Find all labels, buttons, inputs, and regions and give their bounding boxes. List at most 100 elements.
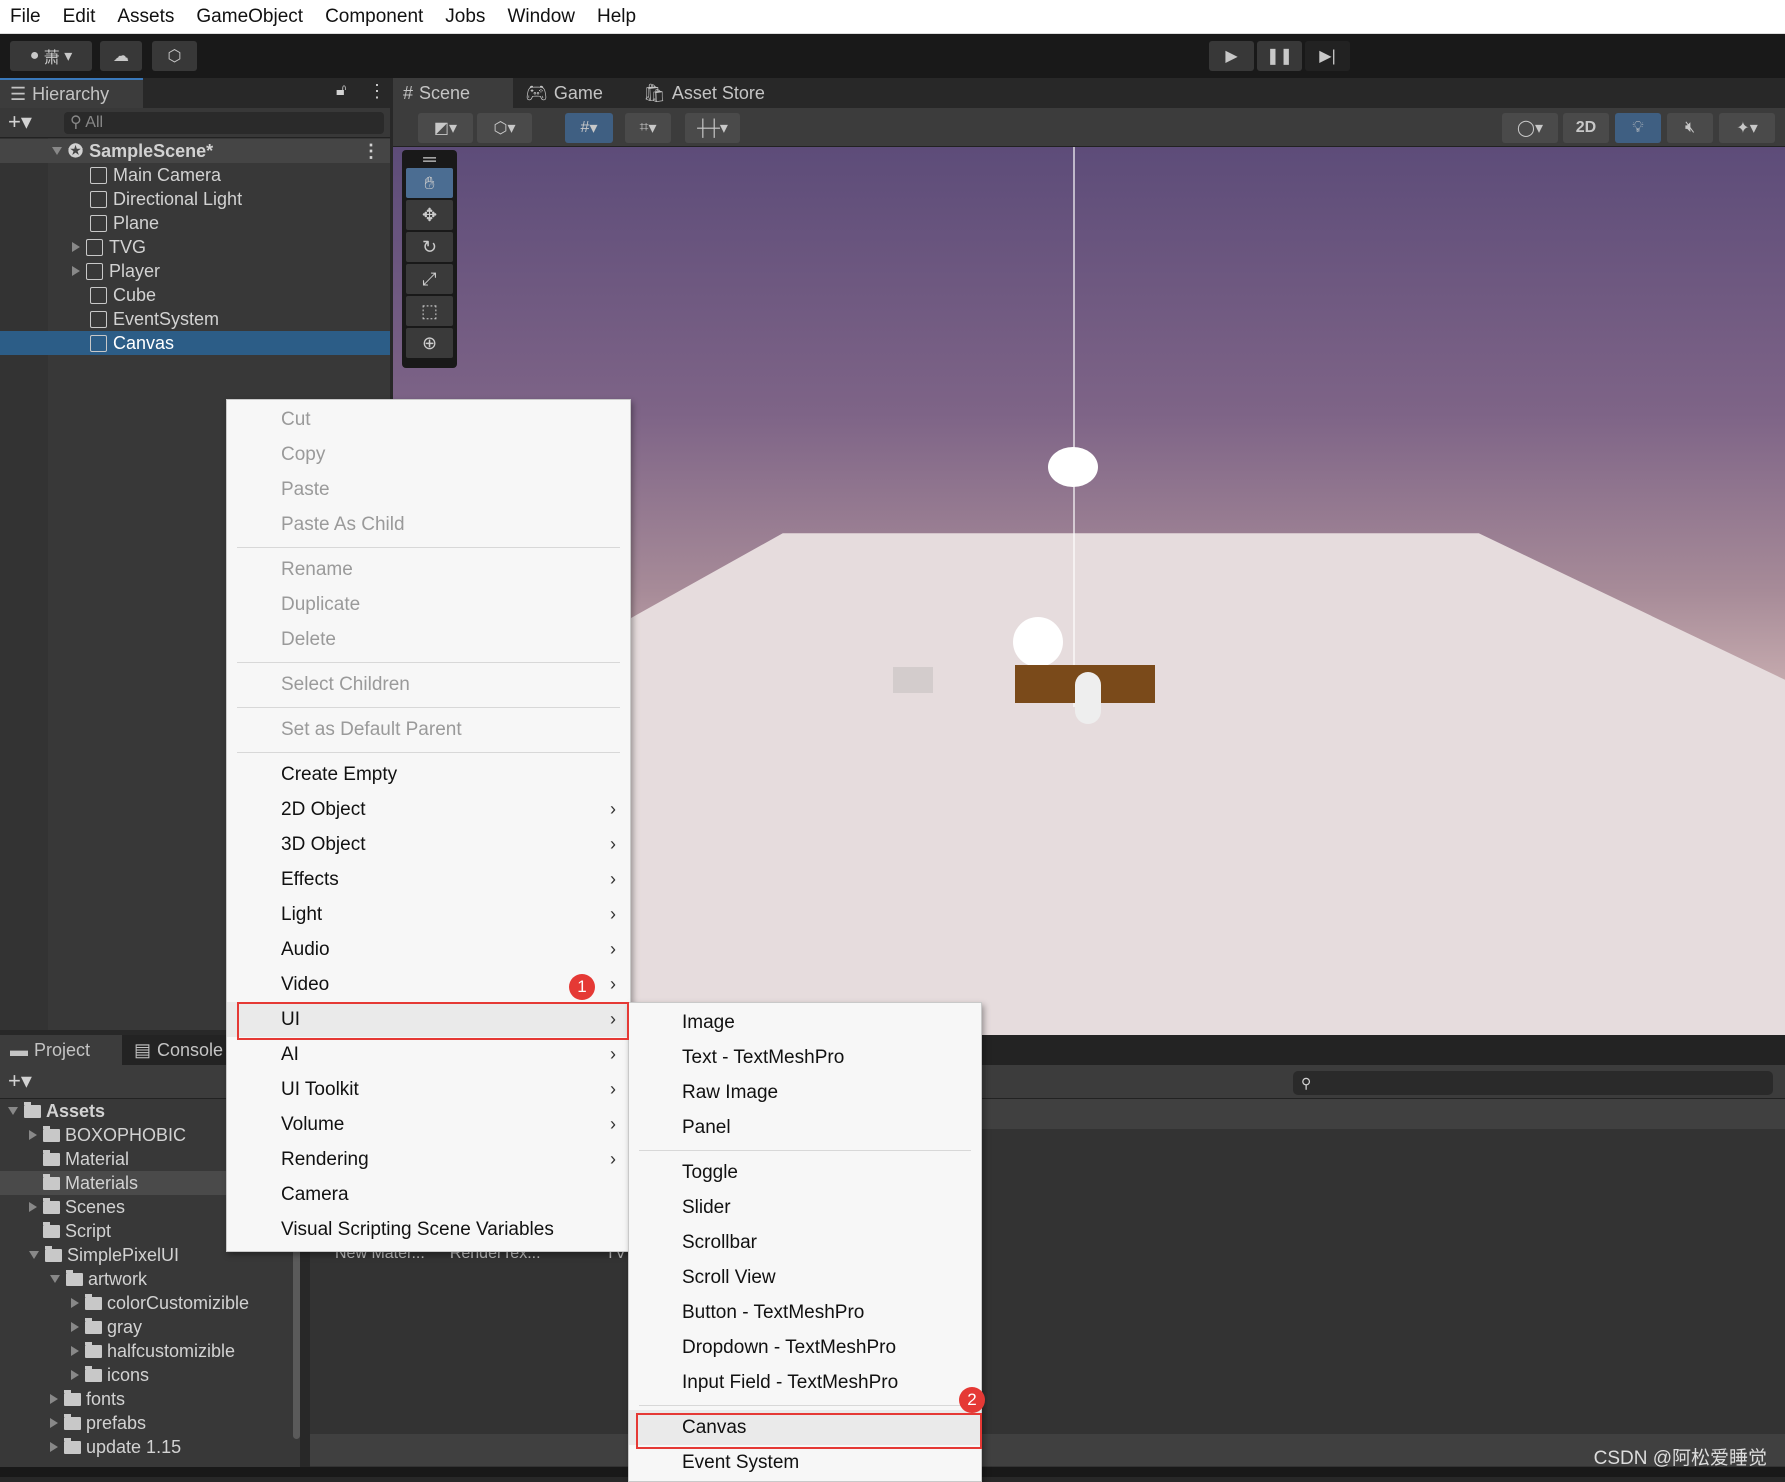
tab-project[interactable]: ▬ Project <box>0 1035 122 1065</box>
menu-item-audio[interactable]: Audio › <box>227 932 630 967</box>
project-folder[interactable]: artwork <box>0 1267 295 1291</box>
lock-icon[interactable]: 🔓︎ <box>336 82 346 100</box>
menu-item-ai[interactable]: AI › <box>227 1037 630 1072</box>
step-button[interactable]: ▶| <box>1305 41 1350 71</box>
tab-hierarchy[interactable]: ☰ Hierarchy <box>0 78 143 108</box>
project-folder[interactable]: fonts <box>0 1387 295 1411</box>
drag-handle[interactable]: ═ <box>406 149 453 169</box>
menu-item-slider[interactable]: Slider <box>629 1190 981 1225</box>
project-search-input[interactable]: ⚲ <box>1293 1071 1773 1095</box>
expand-arrow-icon[interactable] <box>71 1370 79 1380</box>
collapse-arrow-icon[interactable] <box>50 1275 60 1283</box>
expand-arrow-icon[interactable] <box>50 1442 58 1452</box>
draw-mode-dropdown[interactable]: ◩▾ <box>418 113 473 143</box>
move-tool[interactable]: ✥ <box>406 200 453 230</box>
light-gizmo-icon[interactable] <box>1013 617 1063 667</box>
menu-item-create-empty[interactable]: Create Empty <box>227 757 630 792</box>
menu-item-effects[interactable]: Effects › <box>227 862 630 897</box>
menu-file[interactable]: File <box>10 6 41 28</box>
menu-gameobject[interactable]: GameObject <box>196 6 303 28</box>
rect-tool[interactable]: ⬚ <box>406 296 453 326</box>
audio-toggle[interactable]: 🔇︎ <box>1667 113 1713 143</box>
menu-item-scroll-view[interactable]: Scroll View <box>629 1260 981 1295</box>
project-folder[interactable]: update 1.15 <box>0 1435 295 1459</box>
hierarchy-item[interactable]: Player <box>0 259 390 283</box>
menu-item-raw-image[interactable]: Raw Image <box>629 1075 981 1110</box>
menu-item-rendering[interactable]: Rendering › <box>227 1142 630 1177</box>
project-folder[interactable]: prefabs <box>0 1411 295 1435</box>
rotate-tool[interactable]: ↻ <box>406 232 453 262</box>
scene-more-icon[interactable]: ⋮ <box>362 141 380 162</box>
hierarchy-item[interactable]: Directional Light <box>0 187 390 211</box>
menu-item-dropdown-textmeshpro[interactable]: Dropdown - TextMeshPro <box>629 1330 981 1365</box>
project-folder[interactable]: colorCustomizible <box>0 1291 295 1315</box>
tab-scene[interactable]: # Scene <box>393 78 513 108</box>
menu-item-camera[interactable]: Camera <box>227 1177 630 1212</box>
expand-arrow-icon[interactable] <box>72 242 80 252</box>
shading-dropdown[interactable]: ⬡▾ <box>477 113 532 143</box>
transform-tool[interactable]: ⊕ <box>406 328 453 358</box>
expand-arrow-icon[interactable] <box>71 1346 79 1356</box>
menu-item-duplicate[interactable]: Duplicate <box>227 587 630 622</box>
hierarchy-item[interactable]: Canvas <box>0 331 390 355</box>
hierarchy-item[interactable]: EventSystem <box>0 307 390 331</box>
snap-toggle[interactable]: ⌗ ▾ <box>625 113 671 143</box>
project-folder[interactable]: halfcustomizible <box>0 1339 295 1363</box>
menu-item-image[interactable]: Image <box>629 1005 981 1040</box>
menu-window[interactable]: Window <box>507 6 575 28</box>
menu-item-delete[interactable]: Delete <box>227 622 630 657</box>
menu-item-set-as-default-parent[interactable]: Set as Default Parent <box>227 712 630 747</box>
menu-item-paste-as-child[interactable]: Paste As Child <box>227 507 630 542</box>
menu-item-scrollbar[interactable]: Scrollbar <box>629 1225 981 1260</box>
menu-item-input-field-textmeshpro[interactable]: Input Field - TextMeshPro <box>629 1365 981 1400</box>
expand-arrow-icon[interactable] <box>29 1202 37 1212</box>
menu-item-ui-toolkit[interactable]: UI Toolkit › <box>227 1072 630 1107</box>
hierarchy-item[interactable]: TVG <box>0 235 390 259</box>
menu-item-3d-object[interactable]: 3D Object › <box>227 827 630 862</box>
hierarchy-item[interactable]: Cube <box>0 283 390 307</box>
account-dropdown[interactable]: ● 萧 ▾ <box>10 41 92 71</box>
effects-dropdown[interactable]: ✦ ▾ <box>1719 113 1775 143</box>
render-mode-dropdown[interactable]: ◯▾ <box>1502 113 1558 143</box>
cloud-button[interactable]: ☁ <box>100 41 142 71</box>
menu-item-copy[interactable]: Copy <box>227 437 630 472</box>
more-icon[interactable]: ⋮ <box>368 81 386 102</box>
menu-item-ui[interactable]: UI › <box>227 1002 630 1037</box>
play-button[interactable]: ▶ <box>1209 41 1254 71</box>
menu-item-cut[interactable]: Cut <box>227 402 630 437</box>
hand-tool[interactable]: ✋︎ <box>406 168 453 198</box>
player-capsule[interactable] <box>1075 672 1101 724</box>
project-add-button[interactable]: +▾ <box>8 1068 32 1094</box>
expand-arrow-icon[interactable] <box>72 266 80 276</box>
menu-item-visual-scripting-scene-variables[interactable]: Visual Scripting Scene Variables <box>227 1212 630 1247</box>
menu-help[interactable]: Help <box>597 6 636 28</box>
lighting-toggle[interactable]: 💡︎ <box>1615 113 1661 143</box>
expand-arrow-icon[interactable] <box>50 1418 58 1428</box>
menu-item-button-textmeshpro[interactable]: Button - TextMeshPro <box>629 1295 981 1330</box>
add-button[interactable]: +▾ <box>8 109 32 135</box>
tab-game[interactable]: 🎮︎ Game <box>515 78 630 108</box>
hierarchy-search-input[interactable]: ⚲ All <box>64 112 384 134</box>
expand-arrow-icon[interactable] <box>29 1130 37 1140</box>
camera-gizmo-icon[interactable] <box>1048 447 1098 487</box>
menu-item-volume[interactable]: Volume › <box>227 1107 630 1142</box>
menu-item-text-textmeshpro[interactable]: Text - TextMeshPro <box>629 1040 981 1075</box>
menu-component[interactable]: Component <box>325 6 423 28</box>
expand-arrow-icon[interactable] <box>71 1298 79 1308</box>
pause-button[interactable]: ❚❚ <box>1257 41 1302 71</box>
expand-arrow-icon[interactable] <box>52 147 62 155</box>
menu-item-select-children[interactable]: Select Children <box>227 667 630 702</box>
menu-jobs[interactable]: Jobs <box>445 6 485 28</box>
collab-button[interactable]: ⬡ <box>152 41 197 71</box>
menu-item-toggle[interactable]: Toggle <box>629 1155 981 1190</box>
project-folder[interactable]: gray <box>0 1315 295 1339</box>
2d-toggle[interactable]: 2D <box>1563 113 1609 143</box>
menu-item-paste[interactable]: Paste <box>227 472 630 507</box>
menu-item-event-system[interactable]: Event System <box>629 1445 981 1480</box>
menu-assets[interactable]: Assets <box>117 6 174 28</box>
menu-item-panel[interactable]: Panel <box>629 1110 981 1145</box>
menu-item-rename[interactable]: Rename <box>227 552 630 587</box>
increment-snap-dropdown[interactable]: ┼┼▾ <box>685 113 740 143</box>
project-folder[interactable]: icons <box>0 1363 295 1387</box>
collapse-arrow-icon[interactable] <box>29 1251 39 1259</box>
